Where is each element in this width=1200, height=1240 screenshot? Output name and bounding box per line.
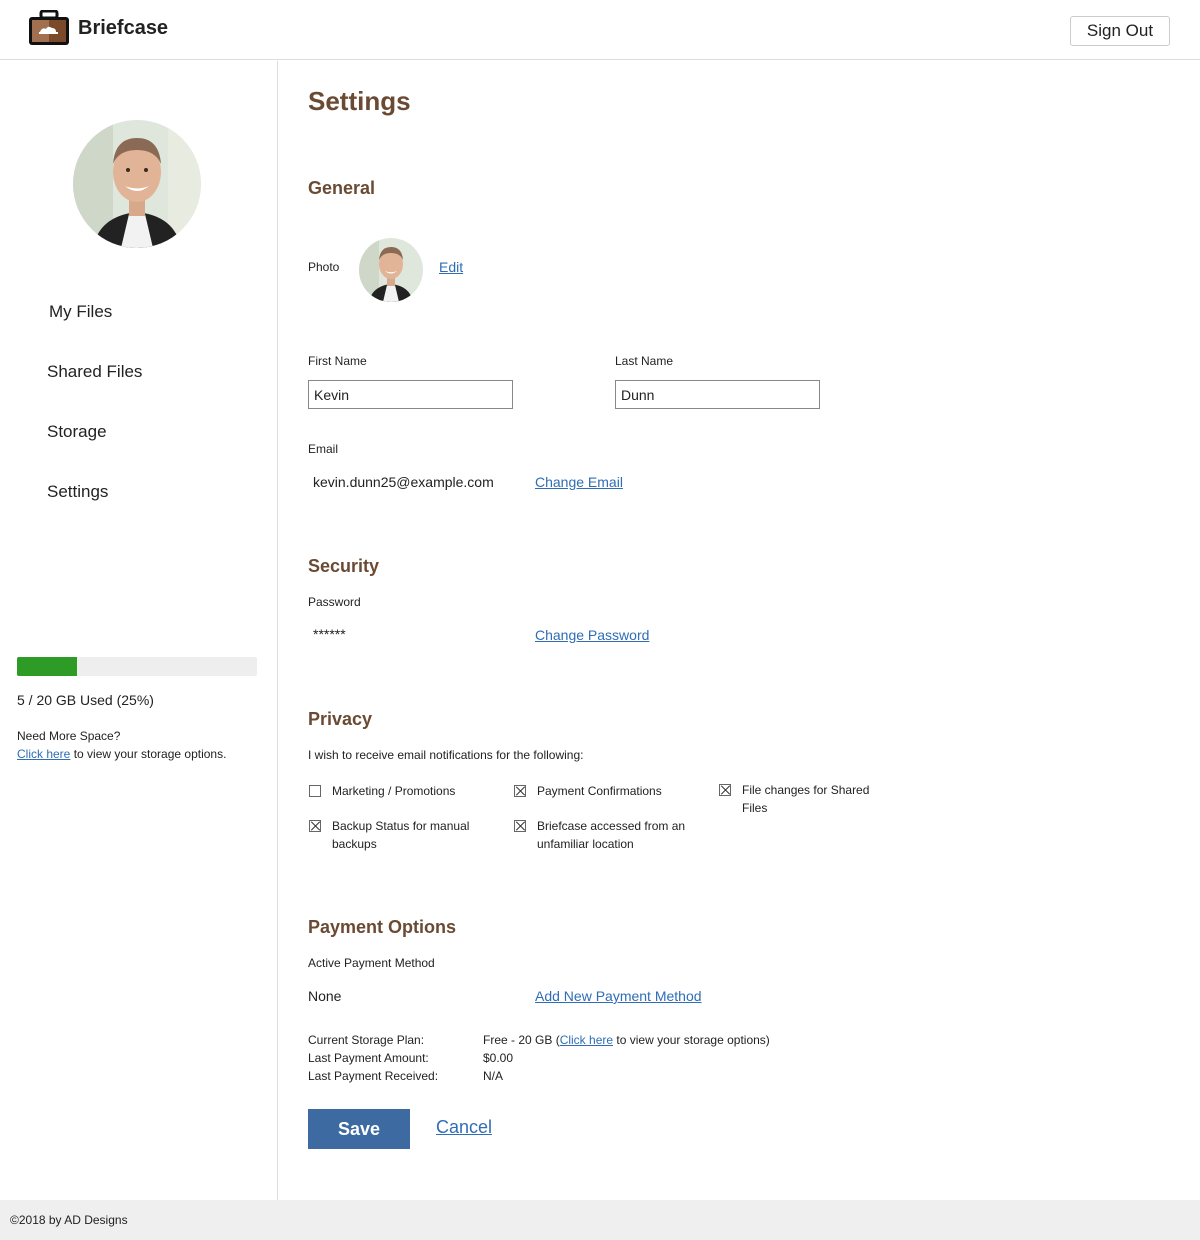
profile-photo-small-image [359,238,423,302]
sidebar-item-settings[interactable]: Settings [47,482,108,502]
top-bar: Briefcase Sign Out [0,0,1200,60]
need-more-space-label: Need More Space? [17,729,121,743]
sidebar-item-shared-files[interactable]: Shared Files [47,362,142,382]
email-label: Email [308,442,339,456]
last-name-input[interactable] [615,380,820,409]
general-heading: General [308,178,376,198]
footer: ©2018 by AD Designs [0,1200,1200,1240]
checkbox-unfamiliar-location[interactable] [514,820,526,832]
storage-progress-bar [17,657,257,676]
storage-plan-label: Current Storage Plan: [308,1033,425,1047]
change-email-link[interactable]: Change Email [535,474,623,490]
sidebar: My Files Shared Files Storage Settings 5… [0,61,278,1200]
add-payment-method-link[interactable]: Add New Payment Method [535,988,702,1004]
cancel-link[interactable]: Cancel [436,1117,492,1138]
change-password-link[interactable]: Change Password [535,627,649,643]
checkbox-payment-confirmations[interactable] [514,785,526,797]
storage-plan-suffix: to view your storage options) [613,1033,770,1047]
page-title: Settings [308,86,411,116]
first-name-label: First Name [308,354,367,368]
checkbox-payment-confirmations-label: Payment Confirmations [537,784,662,798]
profile-photo-image [73,120,201,248]
email-value: kevin.dunn25@example.com [313,474,494,490]
first-name-input[interactable] [308,380,513,409]
need-more-space: Need More Space? Click here to view your… [17,727,226,763]
payment-heading: Payment Options [308,917,457,937]
privacy-intro: I wish to receive email notifications fo… [308,748,584,762]
sidebar-item-storage[interactable]: Storage [47,422,107,442]
checkbox-unfamiliar-location-label: Briefcase accessed from an unfamiliar lo… [537,819,686,851]
photo-label: Photo [308,260,340,274]
last-payment-received-value: N/A [483,1069,504,1083]
checkbox-backup-status-label: Backup Status for manual backups [332,819,470,851]
password-label: Password [308,595,361,609]
security-heading: Security [308,556,380,576]
storage-plan-prefix: Free - 20 GB ( [483,1033,560,1047]
edit-photo-link[interactable]: Edit [439,259,463,275]
storage-plan-link[interactable]: Click here [560,1033,613,1047]
photo-thumbnail [359,238,423,302]
active-payment-label: Active Payment Method [308,956,435,970]
brand-name[interactable]: Briefcase [78,17,168,40]
sign-out-button[interactable]: Sign Out [1070,16,1170,46]
password-value: ****** [313,626,346,642]
last-payment-received-label: Last Payment Received: [308,1069,439,1083]
last-payment-amount-value: $0.00 [483,1051,514,1065]
briefcase-logo-icon[interactable] [28,10,70,46]
active-payment-value: None [308,988,342,1004]
checkbox-backup-status[interactable] [309,820,321,832]
checkbox-marketing-label: Marketing / Promotions [332,784,456,798]
privacy-heading: Privacy [308,709,373,729]
profile-avatar [73,120,201,248]
checkbox-file-changes[interactable] [719,784,731,796]
sidebar-item-my-files[interactable]: My Files [49,302,112,322]
storage-plan-value: Free - 20 GB (Click here to view your st… [483,1033,770,1047]
storage-options-link[interactable]: Click here [17,747,70,761]
last-payment-amount-label: Last Payment Amount: [308,1051,429,1065]
last-name-label: Last Name [615,354,674,368]
copyright-text: ©2018 by AD Designs [10,1213,128,1227]
storage-options-text: to view your storage options. [70,747,227,761]
checkbox-marketing[interactable] [309,785,321,797]
storage-progress-fill [17,657,77,676]
save-button[interactable]: Save [308,1109,410,1149]
storage-usage-text: 5 / 20 GB Used (25%) [17,692,154,708]
checkbox-file-changes-label: File changes for Shared Files [742,783,870,815]
